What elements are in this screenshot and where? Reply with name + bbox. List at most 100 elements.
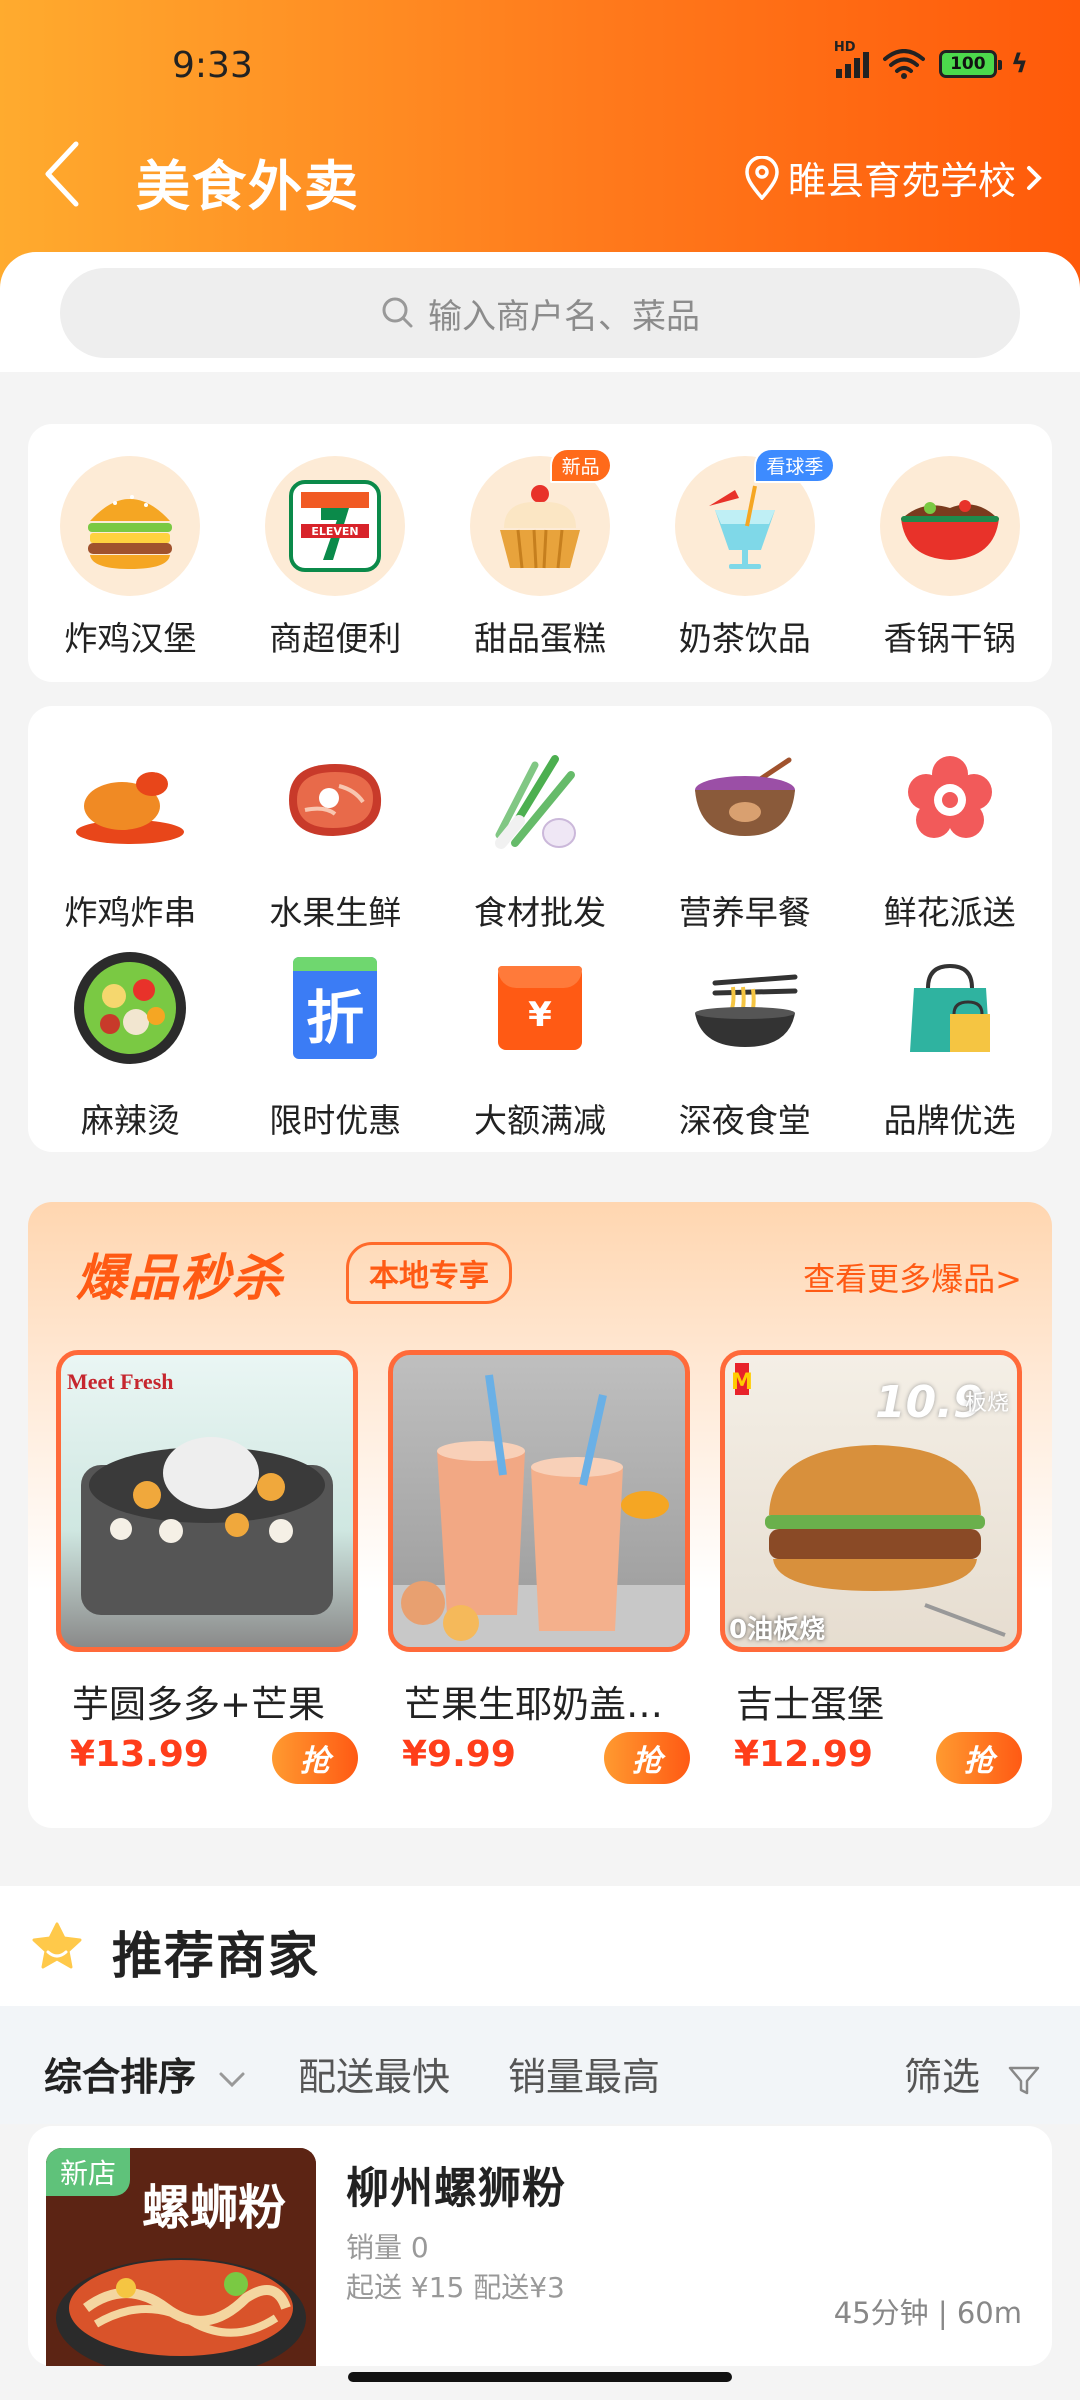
star-icon [32,1922,82,1969]
malatang-icon [60,938,200,1078]
search-icon [382,297,413,328]
chevron-right-icon [1027,165,1042,190]
category-malatang[interactable]: 麻辣烫 [28,938,233,1142]
shop-card[interactable]: 螺蛳粉 新店 柳州螺狮粉 销量 0 起送 ¥15 配送¥3 45分钟 | 60m [28,2126,1052,2366]
header: 9:33 HD 100 ϟ 美食外卖 睢县育苑学校 [0,0,1080,290]
category-late-night[interactable]: 深夜食堂 [642,938,847,1142]
category-drinks[interactable]: 看球季 奶茶饮品 [642,448,847,660]
category-label: 甜品蛋糕 [473,619,606,658]
category-label: 炸鸡炸串 [64,893,197,932]
category-label: 限时优惠 [269,1101,402,1140]
wifi-icon [882,49,925,79]
meat-icon [265,730,405,870]
discount-glyph: 折 [306,984,365,1052]
category-label: 鲜花派送 [883,893,1016,932]
search-panel: 输入商户名、菜品 [0,252,1080,372]
category-breakfast[interactable]: 营养早餐 [642,730,847,934]
sort-comprehensive[interactable]: 综合排序 [44,2046,247,2101]
product-image[interactable]: M 10.9 板烧 0油板烧 [720,1350,1022,1652]
flash-sale-more-link[interactable]: 查看更多爆品> [803,1254,1022,1300]
category-hotpot[interactable]: 香锅干锅 [847,456,1052,660]
product-image[interactable] [388,1350,690,1652]
category-label: 大额满减 [473,1101,606,1140]
grab-button[interactable]: 抢 [604,1732,690,1784]
grab-button[interactable]: 抢 [936,1732,1022,1784]
category-dessert[interactable]: 新品 甜品蛋糕 [438,448,643,660]
category-ingredients[interactable]: 食材批发 [438,730,643,934]
flash-sale-items: Meet Fresh 芋圆多多+芒果 ¥13.99 抢 芒果生耶奶盖… ¥9.9… [56,1350,1022,1784]
sort-bar: 综合排序 配送最快 销量最高 筛选 [0,2006,1080,2124]
category-badge-new: 新品 [549,448,612,483]
sort-comprehensive-label: 综合排序 [44,2055,197,2099]
category-card-secondary: 炸鸡炸串 水果生鲜 食材批发 营养早餐 鲜花派送 麻辣烫 折 限时优惠 ¥ 大额… [28,706,1052,1152]
category-flowers[interactable]: 鲜花派送 [847,730,1052,934]
flash-item[interactable]: M 10.9 板烧 0油板烧 吉士蛋堡 ¥12.99 抢 [720,1350,1022,1784]
porridge-icon [675,730,815,870]
category-burger[interactable]: 炸鸡汉堡 [28,456,233,660]
shopping-bag-icon [880,938,1020,1078]
battery-level: 100 [950,54,986,74]
recommended-header: 推荐商家 [0,1886,1080,2006]
filter-button[interactable]: 筛选 [904,2046,1042,2101]
flash-sale-title: 爆品秒杀 [76,1249,284,1307]
location-selector[interactable]: 睢县育苑学校 [744,150,1044,205]
brand-watermark: Meet Fresh [67,1369,174,1394]
category-limited-offer[interactable]: 折 限时优惠 [233,938,438,1142]
category-label: 水果生鲜 [269,893,402,932]
product-price: ¥9.99 [402,1734,516,1775]
flash-item[interactable]: 芒果生耶奶盖… ¥9.99 抢 [388,1350,690,1784]
sort-fastest[interactable]: 配送最快 [298,2046,450,2101]
status-bar: 9:33 HD 100 ϟ [0,40,1080,95]
filter-icon [1008,2066,1040,2094]
product-price: ¥13.99 [70,1734,209,1775]
shop-fees: 起送 ¥15 配送¥3 [346,2271,565,2304]
hotpot-icon [879,456,1020,596]
noodle-bowl-icon [675,938,815,1078]
burger-icon [60,456,201,596]
home-indicator[interactable] [348,2372,732,2382]
category-brand[interactable]: 品牌优选 [847,938,1052,1142]
search-placeholder: 输入商户名、菜品 [428,296,700,337]
status-icons: HD 100 ϟ [834,40,1028,79]
product-image[interactable]: Meet Fresh [56,1350,358,1652]
category-fresh[interactable]: 水果生鲜 [233,730,438,934]
search-input[interactable]: 输入商户名、菜品 [60,268,1020,358]
category-label: 营养早餐 [678,893,811,932]
grab-button[interactable]: 抢 [272,1732,358,1784]
flash-sale-card: 爆品秒杀 本地专享 查看更多爆品> Meet Fresh 芋圆多多+芒果 ¥13… [28,1202,1052,1828]
flash-sale-tag: 本地专享 [346,1242,512,1304]
recommended-title: 推荐商家 [112,1927,320,1985]
category-label: 奶茶饮品 [678,619,811,658]
shop-sales: 销量 0 [346,2231,429,2264]
back-button[interactable] [40,138,100,208]
shop-image-text: 螺蛳粉 [142,2180,287,2236]
network-type: HD [833,40,856,55]
flash-item[interactable]: Meet Fresh 芋圆多多+芒果 ¥13.99 抢 [56,1350,358,1784]
sort-top-sales[interactable]: 销量最高 [508,2046,660,2101]
promo-tag: 板烧 [965,1391,1010,1416]
scallion-icon [470,730,610,870]
chevron-down-icon [219,2072,245,2087]
category-card-primary: 炸鸡汉堡 ELEVEN 商超便利 新品 甜品蛋糕 看球季 奶茶饮品 香锅干锅 [28,424,1052,682]
status-time: 9:33 [172,45,253,86]
category-label: 麻辣烫 [80,1101,180,1140]
promo-tag-bottom: 0油板烧 [729,1615,826,1645]
currency-glyph: ¥ [528,995,552,1035]
category-big-discount[interactable]: ¥ 大额满减 [438,938,643,1142]
flower-icon [880,730,1020,870]
category-label: 香锅干锅 [883,619,1016,658]
product-name: 芋圆多多+芒果 [72,1683,326,1726]
back-arrow-icon [45,141,79,207]
category-badge-season: 看球季 [754,448,836,483]
category-convenience[interactable]: ELEVEN 商超便利 [233,456,438,660]
battery-icon: 100 [938,50,1002,78]
category-label: 深夜食堂 [678,1101,811,1140]
filter-label: 筛选 [904,2055,981,2099]
svg-text:M: M [731,1370,753,1395]
category-label: 炸鸡汉堡 [64,619,197,658]
seven-eleven-icon: ELEVEN [265,456,406,596]
fried-chicken-icon [60,730,200,870]
shop-eta: 45分钟 | 60m [833,2296,1022,2330]
category-label: 食材批发 [473,893,606,932]
category-fried-chicken[interactable]: 炸鸡炸串 [28,730,233,934]
